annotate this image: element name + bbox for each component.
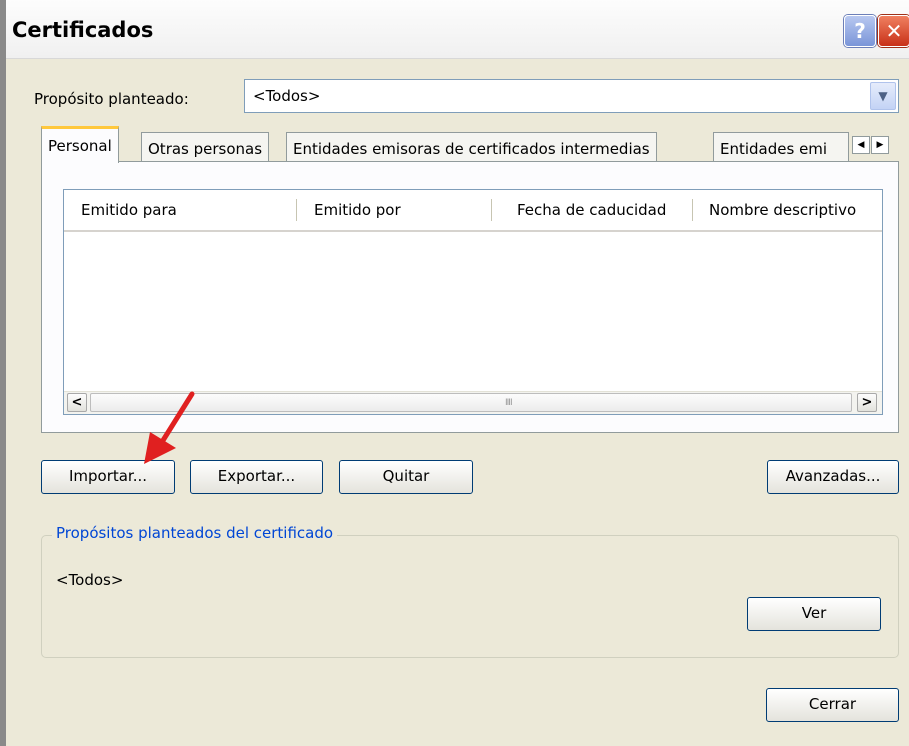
column-header-issued-by[interactable]: Emitido por [314,201,401,219]
close-window-button[interactable]: ✕ [878,15,909,47]
certificate-purposes-value: <Todos> [56,571,124,589]
column-header-expiration[interactable]: Fecha de caducidad [517,201,666,219]
red-arrow-annotation [144,391,195,464]
column-header-issued-to[interactable]: Emitido para [81,201,177,219]
scroll-right-icon[interactable]: > [857,393,877,412]
column-divider[interactable] [692,199,693,221]
help-icon: ? [854,19,866,43]
purpose-label: Propósito planteado: [34,90,189,108]
advanced-button[interactable]: Avanzadas... [767,460,899,494]
tab-scroll-right-icon[interactable]: ▶ [871,136,889,154]
tab-scroll-left-icon[interactable]: ◀ [852,136,870,154]
tab-strip: Personal Otras personas Entidades emisor… [41,126,899,163]
column-header-friendly-name[interactable]: Nombre descriptivo [709,201,856,219]
tab-otras-personas[interactable]: Otras personas [141,132,270,162]
title-bar[interactable]: Certificados ? ✕ [6,0,909,59]
certificate-list[interactable]: Emitido para Emitido por Fecha de caduci… [63,189,883,415]
tab-personal[interactable]: Personal [41,126,119,163]
help-button[interactable]: ? [844,15,876,47]
purpose-select[interactable]: <Todos> ▼ [244,79,899,113]
close-button[interactable]: Cerrar [766,688,899,722]
window-title: Certificados [12,18,154,42]
tab-entidades-raiz[interactable]: Entidades emi [713,132,849,162]
purpose-select-value: <Todos> [253,87,321,105]
remove-button[interactable]: Quitar [339,460,473,494]
export-button[interactable]: Exportar... [190,460,323,494]
grip-icon: IIII [505,398,513,408]
scroll-left-icon[interactable]: < [67,393,87,412]
certificate-purposes-group: Propósitos planteados del certificado <T… [41,524,899,658]
tab-entidades-intermedias[interactable]: Entidades emisoras de certificados inter… [286,132,657,162]
group-legend: Propósitos planteados del certificado [52,524,338,542]
chevron-down-icon[interactable]: ▼ [870,82,896,110]
close-icon: ✕ [885,19,903,43]
view-button[interactable]: Ver [747,597,881,631]
column-divider[interactable] [491,199,492,221]
certificates-dialog: Certificados ? ✕ Propósito planteado: <T… [0,0,909,746]
column-divider[interactable] [296,199,297,221]
list-header: Emitido para Emitido por Fecha de caduci… [64,190,882,232]
